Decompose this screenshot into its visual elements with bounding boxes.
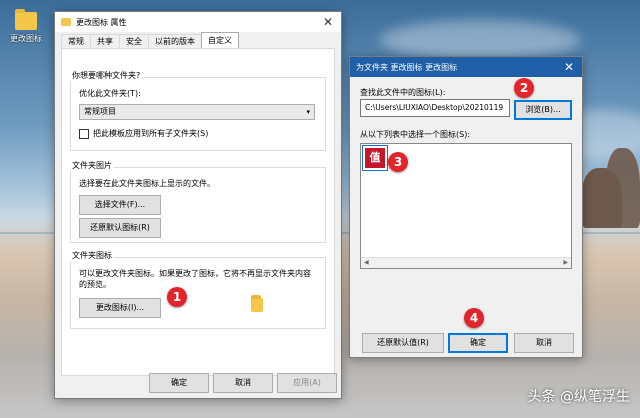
apply-template-label: 把此模板应用到所有子文件夹(S) bbox=[93, 128, 208, 139]
optimize-label: 优化此文件夹(T): bbox=[79, 88, 141, 99]
properties-window: 更改图标 属性 ✕ 常规 共享 安全 以前的版本 自定义 你想要哪种文件夹? 优… bbox=[54, 11, 342, 399]
dialog-title: 为文件夹 更改图标 更改图标 bbox=[356, 62, 457, 73]
ok-button[interactable]: 确定 bbox=[149, 373, 209, 393]
tab-security[interactable]: 安全 bbox=[119, 34, 149, 49]
folder-icon-group: 文件夹图标 可以更改文件夹图标。如果更改了图标，它将不再显示文件夹内容的预览。 … bbox=[70, 257, 326, 329]
find-label: 查找此文件中的图标(L): bbox=[360, 87, 445, 98]
dialog-ok-button[interactable]: 确定 bbox=[448, 333, 508, 353]
dialog-cancel-button[interactable]: 取消 bbox=[514, 333, 574, 353]
cloud bbox=[380, 20, 580, 60]
chevron-down-icon: ▾ bbox=[306, 105, 310, 119]
folder-type-group: 你想要哪种文件夹? 优化此文件夹(T): 常规项目 ▾ 把此模板应用到所有子文件… bbox=[70, 77, 326, 151]
window-title: 更改图标 属性 bbox=[76, 17, 127, 28]
scroll-right-icon[interactable]: ▶ bbox=[563, 259, 568, 266]
rock-formation bbox=[606, 148, 640, 228]
group-title: 你想要哪种文件夹? bbox=[70, 70, 142, 81]
picture-desc: 选择要在此文件夹图标上显示的文件。 bbox=[79, 178, 215, 189]
properties-titlebar: 更改图标 属性 ✕ bbox=[55, 12, 341, 32]
optimize-value: 常规项目 bbox=[84, 107, 116, 116]
dialog-titlebar: 为文件夹 更改图标 更改图标 ✕ bbox=[350, 57, 582, 77]
tab-previous-versions[interactable]: 以前的版本 bbox=[148, 34, 202, 49]
step-badge-4: 4 bbox=[464, 308, 484, 328]
step-badge-2: 2 bbox=[514, 78, 534, 98]
close-icon[interactable]: ✕ bbox=[564, 60, 574, 74]
select-label: 从以下列表中选择一个图标(S): bbox=[360, 129, 470, 140]
desktop-icon-label: 更改图标 bbox=[8, 33, 44, 44]
watermark: 头条 @纵笔浮生 bbox=[528, 386, 630, 406]
browse-button[interactable]: 浏览(B)... bbox=[514, 100, 572, 120]
folder-picture-group: 文件夹图片 选择要在此文件夹图标上显示的文件。 选择文件(F)... 还原默认图… bbox=[70, 167, 326, 243]
customize-panel: 你想要哪种文件夹? 优化此文件夹(T): 常规项目 ▾ 把此模板应用到所有子文件… bbox=[61, 48, 335, 376]
path-input[interactable]: C:\Users\LIUXIAO\Desktop\20210119 bbox=[360, 99, 510, 117]
restore-default-button[interactable]: 还原默认值(R) bbox=[362, 333, 444, 353]
restore-default-icon-button[interactable]: 还原默认图标(R) bbox=[79, 218, 161, 238]
change-icon-button[interactable]: 更改图标(I)... bbox=[79, 298, 161, 318]
group-title: 文件夹图标 bbox=[70, 250, 114, 261]
cancel-button[interactable]: 取消 bbox=[213, 373, 273, 393]
close-icon[interactable]: ✕ bbox=[323, 15, 333, 29]
scroll-left-icon[interactable]: ◀ bbox=[364, 259, 369, 266]
tab-customize[interactable]: 自定义 bbox=[201, 32, 239, 49]
folder-icon bbox=[61, 18, 71, 26]
desktop-folder-icon[interactable]: 更改图标 bbox=[8, 12, 44, 44]
folder-icon bbox=[15, 12, 37, 30]
tab-general[interactable]: 常规 bbox=[61, 34, 91, 49]
tab-bar: 常规 共享 安全 以前的版本 自定义 bbox=[61, 32, 238, 48]
horizontal-scrollbar[interactable]: ◀ ▶ bbox=[361, 257, 571, 268]
icon-option[interactable]: 值 bbox=[363, 146, 387, 170]
watermark-text: 头条 @纵笔浮生 bbox=[528, 389, 630, 405]
apply-template-checkbox[interactable] bbox=[79, 129, 89, 139]
icon-desc: 可以更改文件夹图标。如果更改了图标，它将不再显示文件夹内容的预览。 bbox=[79, 268, 315, 290]
group-title: 文件夹图片 bbox=[70, 160, 114, 171]
choose-file-button[interactable]: 选择文件(F)... bbox=[79, 195, 161, 215]
folder-preview-icon bbox=[251, 298, 263, 312]
optimize-select[interactable]: 常规项目 ▾ bbox=[79, 104, 315, 120]
step-badge-3: 3 bbox=[388, 152, 408, 172]
tab-sharing[interactable]: 共享 bbox=[90, 34, 120, 49]
apply-button[interactable]: 应用(A) bbox=[277, 373, 337, 393]
step-badge-1: 1 bbox=[167, 287, 187, 307]
